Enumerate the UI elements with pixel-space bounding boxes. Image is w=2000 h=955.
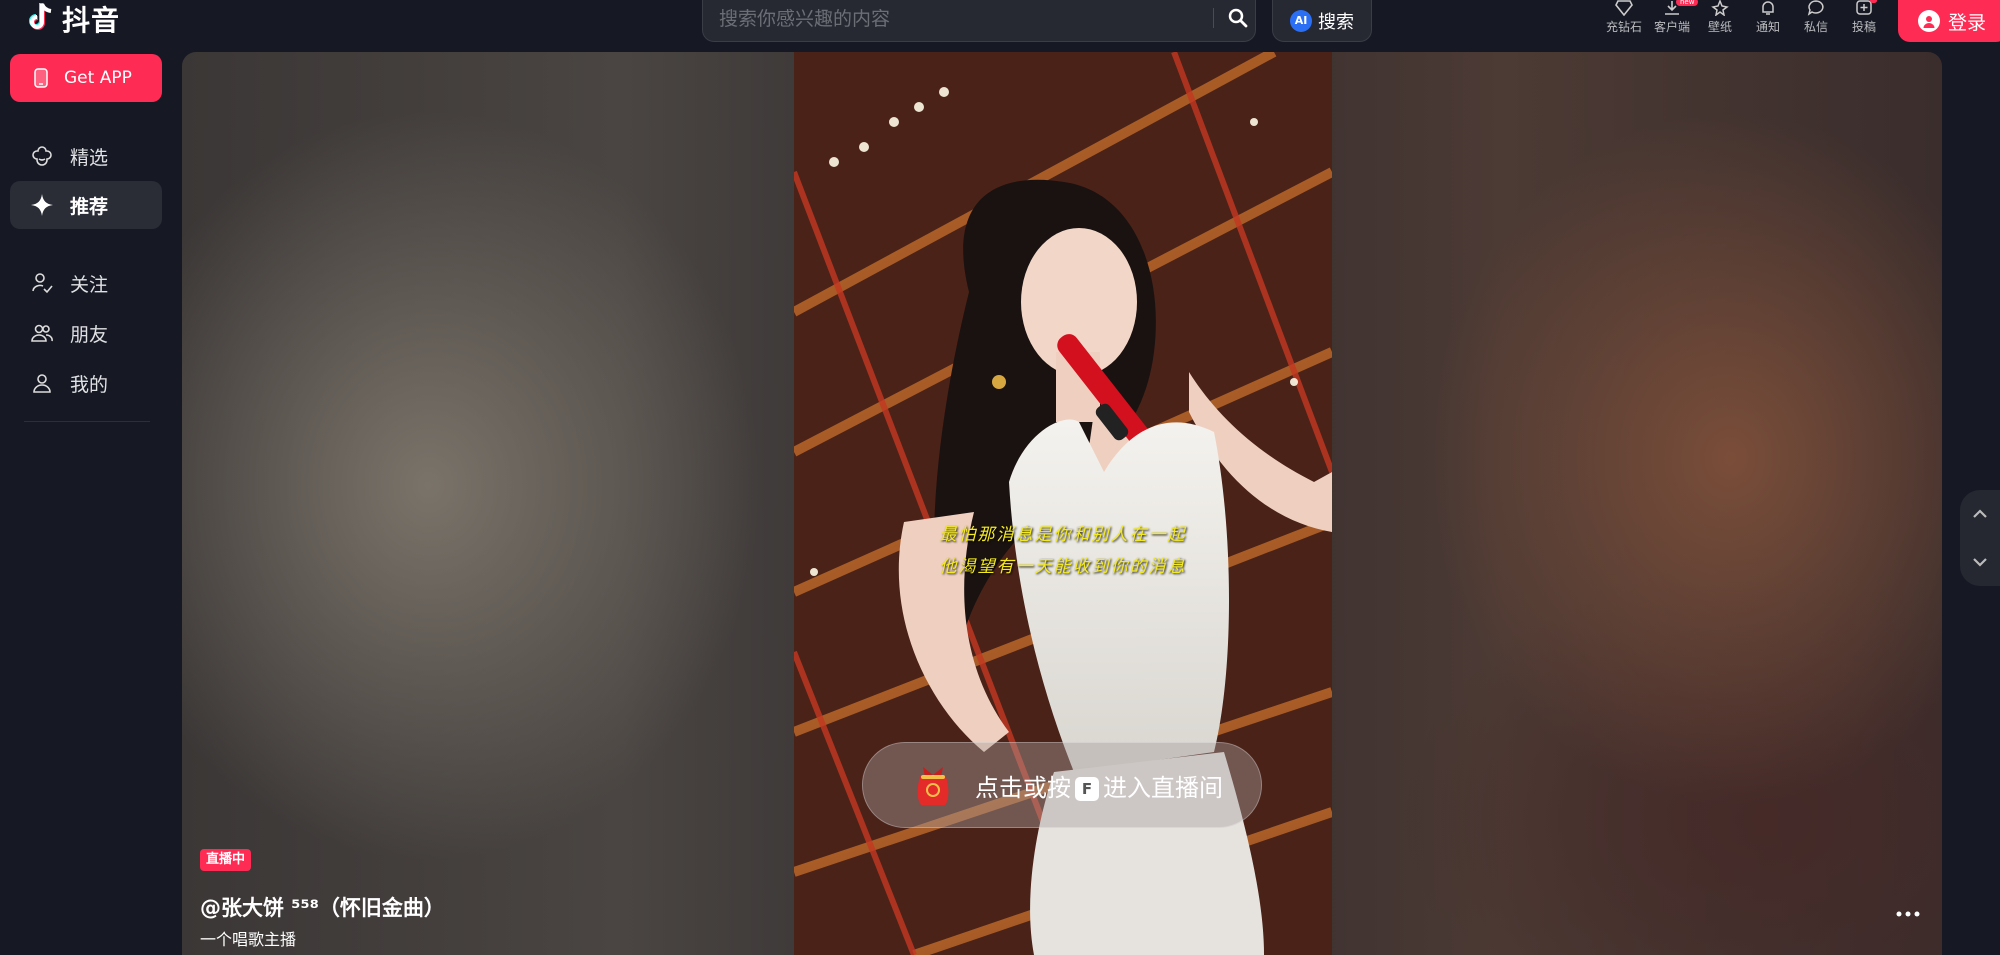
top-item-label: 客户端 <box>1653 20 1690 34</box>
profile-icon <box>33 374 51 393</box>
red-envelope-icon <box>917 767 949 805</box>
top-item-label: 充钻石 <box>1605 20 1642 34</box>
login-button[interactable]: 登录 <box>1898 0 2000 42</box>
top-item-label: 私信 <box>1803 20 1828 34</box>
wallpaper-icon <box>1711 0 1729 16</box>
phone-icon <box>34 68 48 88</box>
client-download-button[interactable]: new 客户端 <box>1648 0 1699 42</box>
sidebar-item-label: 推荐 <box>70 195 109 218</box>
login-label: 登录 <box>1948 11 1987 34</box>
search-button[interactable] <box>1221 2 1255 34</box>
notification-button[interactable]: 通知 <box>1744 0 1792 42</box>
video-switcher <box>1960 490 2000 586</box>
message-button[interactable]: 私信 <box>1792 0 1840 42</box>
diamond-icon <box>1615 0 1633 16</box>
douyin-logo[interactable]: 抖音 <box>28 0 120 38</box>
sidebar-item-following[interactable]: 关注 <box>10 259 162 307</box>
enter-live-room-button[interactable]: 点击或按 F 进入直播间 <box>862 742 1262 828</box>
get-app-label: Get APP <box>64 68 132 88</box>
featured-icon <box>32 146 52 166</box>
sidebar-item-friends[interactable]: 朋友 <box>10 309 162 357</box>
chevron-down-icon <box>1973 558 1987 567</box>
enter-live-label: 点击或按 F 进入直播间 <box>975 773 1223 802</box>
streamer-name[interactable]: @张大饼 ⁵⁵⁸（怀旧金曲） <box>200 892 445 922</box>
more-options-button[interactable] <box>1888 904 1928 924</box>
ai-search-label: 搜索 <box>1318 11 1354 33</box>
top-item-label: 壁纸 <box>1707 20 1732 34</box>
get-app-button[interactable]: Get APP <box>10 54 162 102</box>
sidebar-item-mine[interactable]: 我的 <box>10 359 162 407</box>
sidebar-item-label: 精选 <box>70 146 109 169</box>
search-icon <box>1228 8 1248 28</box>
f-key-icon: F <box>1075 776 1099 801</box>
ai-search-button[interactable]: AI 搜索 <box>1272 0 1372 42</box>
bell-icon <box>1762 1 1774 15</box>
previous-video-button[interactable] <box>1968 502 1992 526</box>
lyric-line-1: 最怕那消息是你和别人在一起 <box>939 525 1187 545</box>
search-divider <box>1213 8 1214 28</box>
user-icon <box>1918 10 1940 32</box>
sparkle-icon <box>31 194 53 216</box>
more-icon <box>1896 911 1920 917</box>
wallpaper-button[interactable]: 壁纸 <box>1696 0 1744 42</box>
sidebar-item-label: 我的 <box>70 373 109 396</box>
sidebar-item-featured[interactable]: 精选 <box>10 132 162 180</box>
friends-icon <box>31 324 53 342</box>
top-item-label: 通知 <box>1755 20 1780 34</box>
sidebar-item-label: 朋友 <box>70 323 109 346</box>
sidebar-item-recommended[interactable]: 推荐 <box>10 181 162 229</box>
ai-icon: AI <box>1290 9 1312 32</box>
search-input[interactable] <box>719 0 1179 38</box>
streamer-description: 一个唱歌主播 <box>200 930 297 949</box>
next-video-button[interactable] <box>1968 550 1992 574</box>
logo-text: 抖音 <box>62 4 121 37</box>
recharge-diamond-button[interactable]: 充钻石 <box>1600 0 1648 42</box>
top-toolbar: 充钻石 new 客户端 壁纸 通知 私信 投稿 <box>1600 0 1888 42</box>
search-bar <box>702 0 1256 42</box>
sidebar-item-label: 关注 <box>70 273 109 296</box>
chevron-up-icon <box>1973 509 1987 518</box>
sidebar-divider <box>24 421 150 422</box>
message-icon <box>1807 0 1824 16</box>
follow-icon <box>32 273 53 294</box>
live-status-badge: 直播中 <box>200 849 252 871</box>
douyin-note-icon <box>28 2 54 36</box>
top-item-label: 投稿 <box>1851 20 1876 34</box>
notification-dot <box>1870 0 1877 3</box>
upload-button[interactable]: 投稿 <box>1840 0 1888 42</box>
lyric-line-2: 他渴望有一天能收到你的消息 <box>939 557 1187 577</box>
